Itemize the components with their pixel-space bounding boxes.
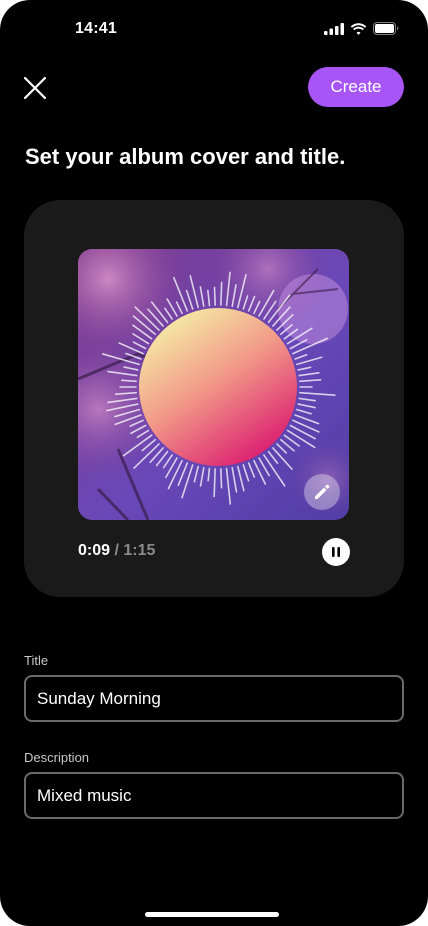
visualizer-ray — [213, 286, 216, 306]
status-icons — [324, 22, 400, 35]
description-label: Description — [24, 750, 90, 765]
album-preview-card: 0:09 / 1:15 — [24, 200, 404, 597]
time-separator: / — [110, 542, 124, 559]
album-orb — [139, 308, 297, 466]
playback-time: 0:09 / 1:15 — [78, 542, 155, 560]
pause-icon — [332, 547, 340, 557]
home-indicator — [145, 912, 279, 917]
pause-button[interactable] — [322, 538, 350, 566]
total-time: 1:15 — [123, 542, 156, 559]
create-button[interactable]: Create — [308, 67, 404, 107]
page-title: Set your album cover and title. — [25, 144, 346, 169]
pencil-icon — [315, 484, 330, 499]
wifi-icon — [350, 22, 367, 35]
elapsed-time: 0:09 — [78, 542, 111, 559]
close-icon — [23, 76, 47, 100]
cellular-signal-icon — [324, 22, 344, 35]
album-cover-image — [78, 249, 349, 520]
visualizer-ray — [220, 281, 223, 306]
visualizer-ray — [121, 379, 137, 383]
phone-screen: 14:41 Create Set your album cover and ti… — [0, 0, 428, 926]
title-label: Title — [24, 653, 49, 668]
battery-icon — [373, 22, 399, 35]
close-button[interactable] — [20, 73, 50, 103]
edit-cover-button[interactable] — [304, 474, 340, 510]
visualizer-ray — [220, 468, 223, 489]
description-input[interactable] — [24, 772, 404, 819]
status-bar: 14:41 — [0, 0, 428, 54]
status-time: 14:41 — [75, 20, 117, 37]
visualizer-ray — [213, 468, 216, 498]
title-input[interactable] — [24, 675, 404, 722]
